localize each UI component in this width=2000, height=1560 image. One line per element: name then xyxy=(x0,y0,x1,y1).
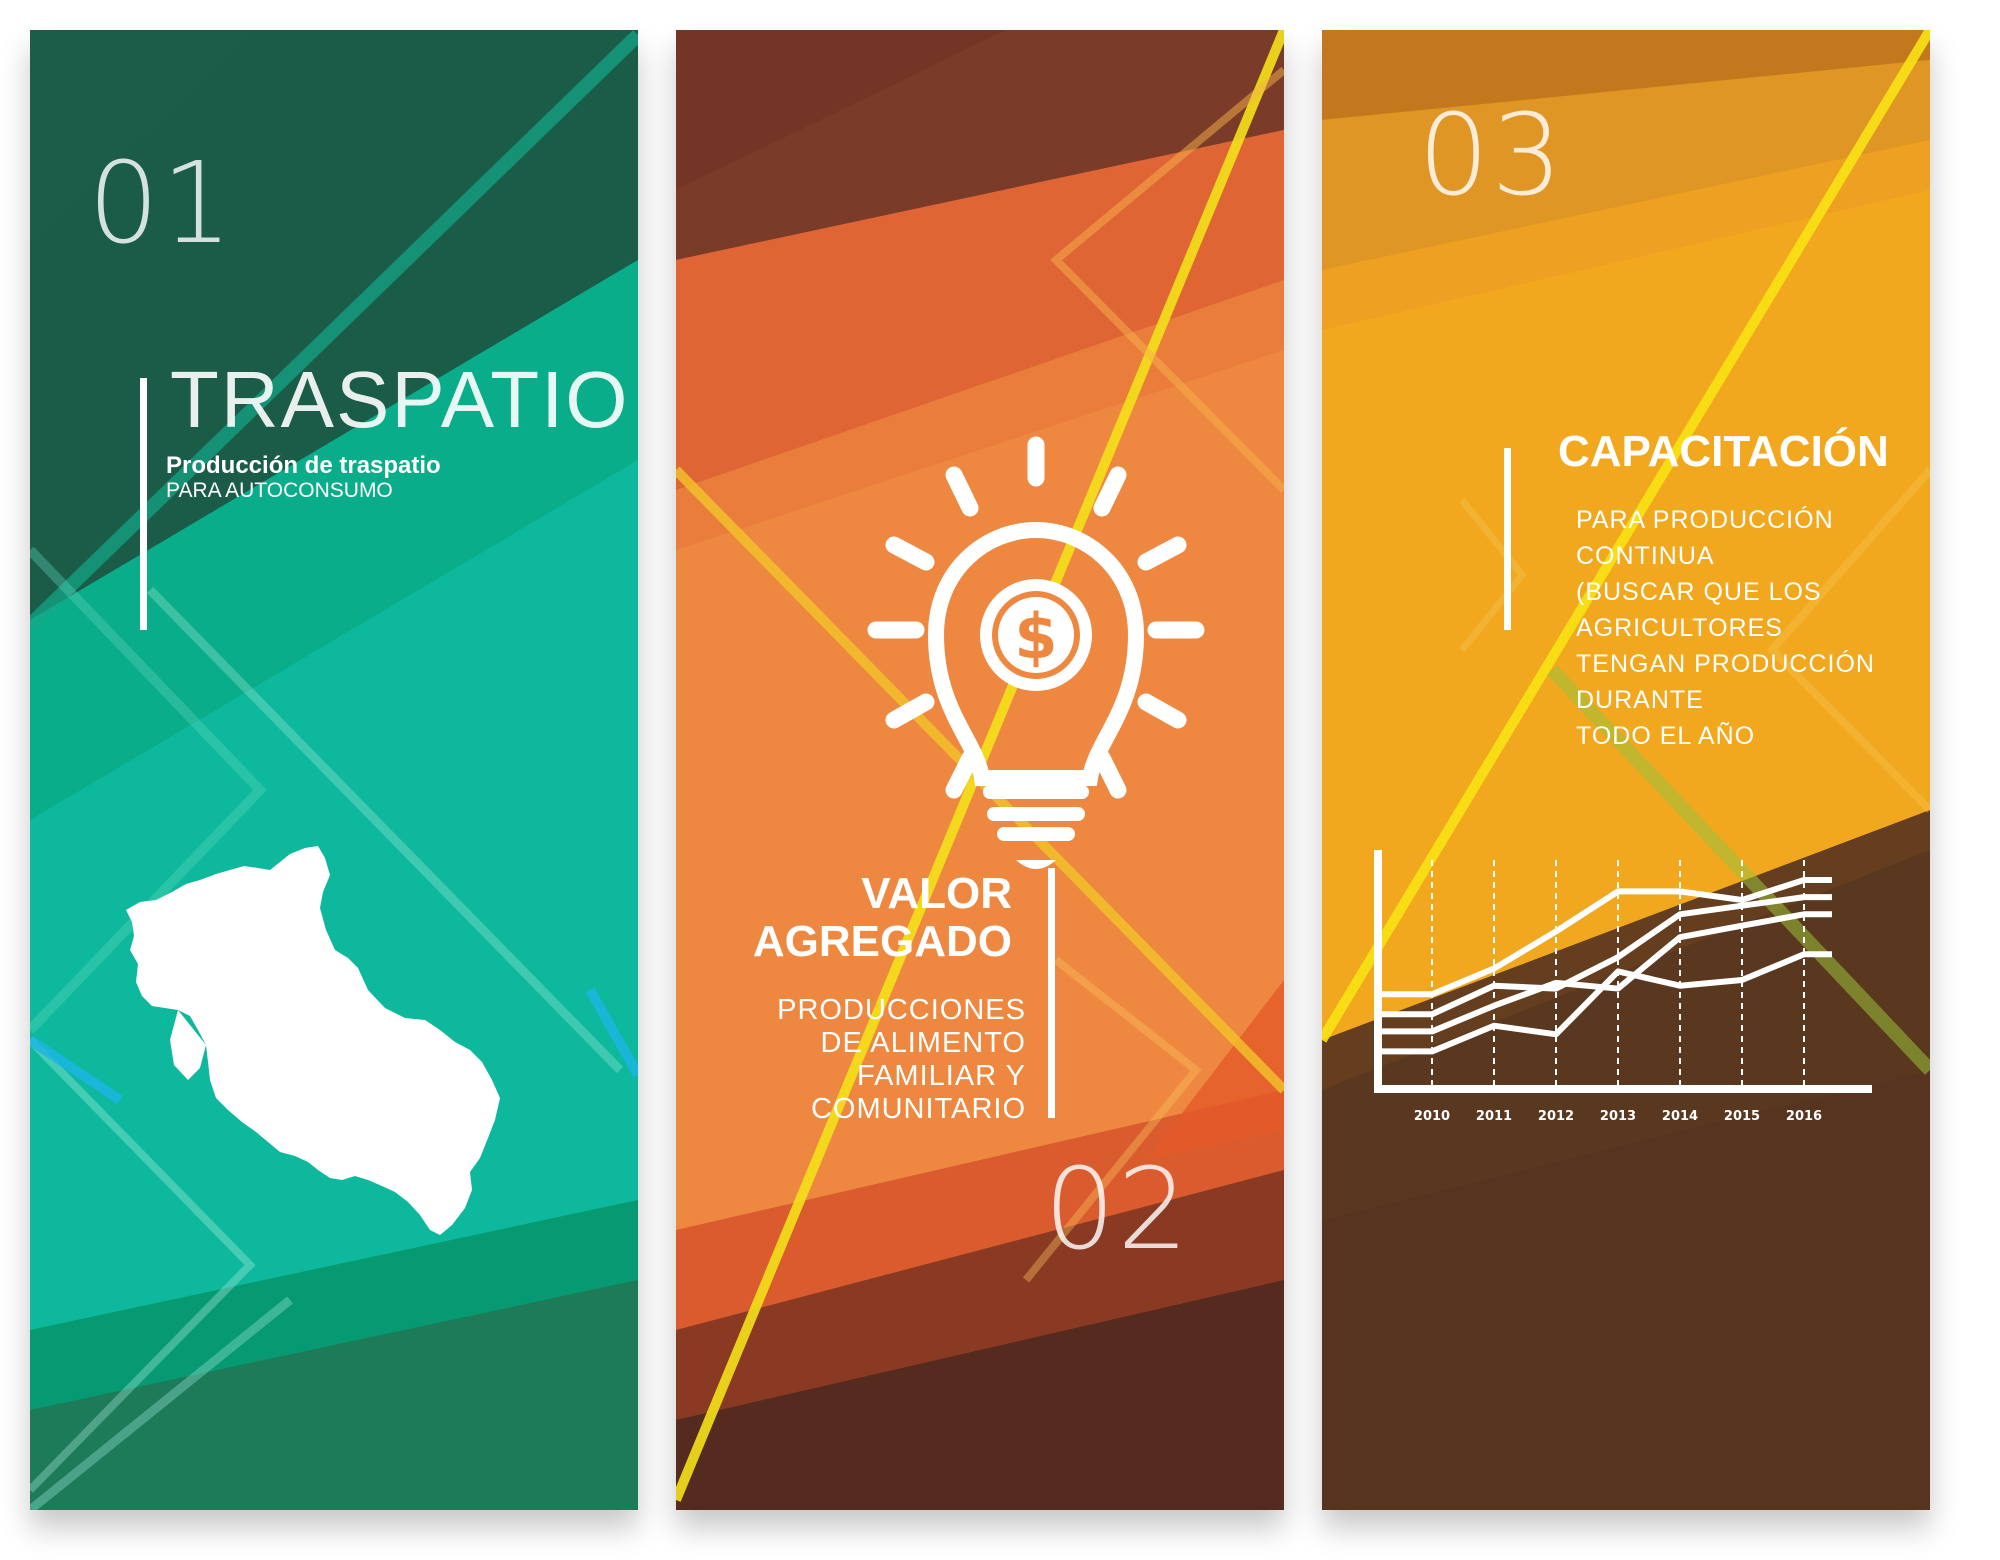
state-map-icon xyxy=(126,846,500,1235)
x-tick-labels: 2010 2011 2012 2013 2014 2015 2016 xyxy=(1414,1109,1822,1124)
panel-body-line: COMUNITARIO xyxy=(810,1093,1026,1125)
panel-body-line: (BUSCAR QUE LOS xyxy=(1576,578,1822,606)
panel-body-line: CONTINUA xyxy=(1576,542,1715,570)
panel-body-line: TODO EL AÑO xyxy=(1576,722,1756,750)
x-tick-label: 2013 xyxy=(1600,1109,1636,1124)
line-chart-icon: 2010 2011 2012 2013 2014 2015 2016 xyxy=(1374,850,1872,1124)
panel-number: 01 xyxy=(88,139,235,269)
chart-series-line-2 xyxy=(1378,894,1832,1018)
panel-valor-agregado: $ VALOR AGREGADO PRODUCCIONES DE ALIMENT… xyxy=(676,30,1284,1510)
chart-series-group xyxy=(1378,877,1832,1055)
panel-traspatio: 01 TRASPATIO Producción de traspatio PAR… xyxy=(30,30,638,1510)
panel-background xyxy=(1322,30,1930,1510)
panel-body-line: DE ALIMENTO xyxy=(820,1027,1026,1059)
panel-title-line: AGREGADO xyxy=(752,917,1012,966)
panel-capacitacion: 03 CAPACITACIÓN PARA PRODUCCIÓN CONTINUA… xyxy=(1322,30,1930,1510)
x-tick-label: 2014 xyxy=(1662,1109,1698,1124)
panel-subtitle-2: PARA AUTOCONSUMO xyxy=(166,479,393,502)
panel-body-line: PRODUCCIONES xyxy=(777,994,1026,1026)
accent-bar xyxy=(140,378,147,630)
panel-body: PRODUCCIONES DE ALIMENTO FAMILIAR Y COMU… xyxy=(777,994,1026,1126)
panel-body: PARA PRODUCCIÓN CONTINUA (BUSCAR QUE LOS… xyxy=(1576,502,1875,754)
accent-bar xyxy=(1504,448,1511,630)
panel-body-line: AGRICULTORES xyxy=(1576,614,1783,642)
x-tick-label: 2016 xyxy=(1786,1109,1822,1124)
x-tick-label: 2012 xyxy=(1538,1109,1574,1124)
chart-series-line-1 xyxy=(1378,877,1832,998)
panel-subtitle: Producción de traspatio xyxy=(166,452,441,479)
panel-body-line: FAMILIAR Y xyxy=(856,1060,1026,1092)
panel-number: 02 xyxy=(1044,1145,1191,1275)
accent-bar xyxy=(1048,868,1055,1118)
svg-text:$: $ xyxy=(1014,600,1057,673)
panel-title-line: VALOR xyxy=(861,869,1012,918)
x-tick-label: 2010 xyxy=(1414,1109,1450,1124)
panel-body-line: TENGAN PRODUCCIÓN xyxy=(1576,650,1875,678)
lightbulb-dollar-icon: $ xyxy=(867,436,1205,869)
x-tick-label: 2015 xyxy=(1724,1109,1760,1124)
chart-series-line-4 xyxy=(1378,951,1832,1055)
panel-body-line: PARA PRODUCCIÓN xyxy=(1576,506,1834,534)
x-tick-label: 2011 xyxy=(1476,1109,1512,1124)
panel-body-line: DURANTE xyxy=(1576,686,1704,714)
panel-number: 03 xyxy=(1418,91,1565,221)
panel-title: TRASPATIO xyxy=(170,355,630,444)
panel-title: VALOR AGREGADO xyxy=(753,870,1012,966)
panel-title: CAPACITACIÓN xyxy=(1558,427,1889,476)
